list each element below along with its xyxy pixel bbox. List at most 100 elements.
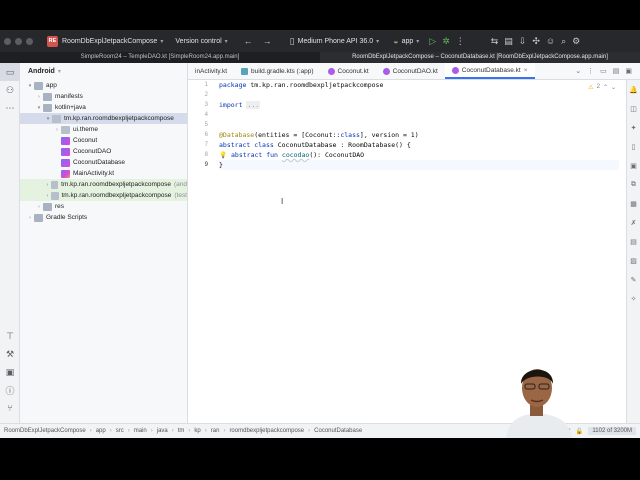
project-selector[interactable]: RoomDbExplJetpackCompose ▾: [62, 38, 163, 45]
tree-item[interactable]: › res: [20, 201, 187, 212]
lock-icon[interactable]: 🔓: [576, 428, 583, 435]
chevron-down-icon[interactable]: ⌄: [575, 67, 581, 75]
breadcrumb-item[interactable]: RoomDbExplJetpackCompose: [4, 428, 86, 434]
folded-imports[interactable]: ...: [246, 101, 261, 109]
gemini-icon[interactable]: ✦: [627, 118, 640, 137]
memory-indicator[interactable]: 1102 of 3200M: [588, 427, 636, 435]
code-area[interactable]: package tm.kp.ran.roomdbexpljetpackcompo…: [219, 80, 619, 170]
project-view-selector[interactable]: Android ▾: [20, 63, 187, 80]
tree-item[interactable]: CoconutDatabase: [20, 157, 187, 168]
chevron-down-icon[interactable]: ▾: [35, 105, 43, 111]
breadcrumb-item[interactable]: roomdbexpljetpackcompose: [229, 428, 304, 434]
edit-icon[interactable]: ✎: [627, 270, 640, 289]
device-explorer-icon[interactable]: ▯: [627, 137, 640, 156]
layout-icon[interactable]: ▤: [613, 67, 620, 75]
zoom-window-button[interactable]: [26, 37, 33, 45]
tree-item[interactable]: CoconutDAO: [20, 146, 187, 157]
plugins-icon[interactable]: ✣: [532, 36, 540, 46]
breadcrumb-item[interactable]: CoconutDatabase: [314, 428, 362, 434]
more-tools-icon[interactable]: ⋯: [0, 99, 20, 117]
gallery-icon[interactable]: ▨: [627, 251, 640, 270]
chevron-down-icon[interactable]: ▾: [26, 83, 34, 89]
gradle-icon[interactable]: ◫: [627, 99, 640, 118]
settings-icon[interactable]: ⚙: [572, 36, 580, 46]
sync-icon[interactable]: ⇆: [491, 36, 499, 46]
breadcrumb-item[interactable]: src: [116, 428, 124, 434]
chevron-right-icon[interactable]: ›: [53, 127, 61, 133]
tree-item[interactable]: › Gradle Scripts: [20, 212, 187, 223]
more-icon[interactable]: ⋮: [587, 67, 594, 75]
breadcrumb-item[interactable]: java: [157, 428, 168, 434]
emulator-icon[interactable]: ⧉: [627, 175, 640, 194]
folder-icon: [43, 103, 52, 112]
tree-item[interactable]: ▾ app: [20, 80, 187, 91]
split-icon[interactable]: ▭: [600, 67, 607, 75]
notifications-icon[interactable]: 🔔: [627, 80, 640, 99]
close-window-button[interactable]: [4, 37, 11, 45]
tree-item[interactable]: › tm.kp.ran.roomdbexpljetpackcompose (and: [20, 179, 187, 190]
tree-item-label: Coconut: [73, 137, 98, 144]
pkg-icon: [50, 180, 59, 189]
sdk-manager-icon[interactable]: ⇩: [519, 36, 527, 46]
run-config-selector[interactable]: ◒ app ▾: [393, 36, 419, 46]
preview-icon[interactable]: ▣: [625, 67, 632, 75]
tree-item[interactable]: ▾ kotlin+java: [20, 102, 187, 113]
device-manager-icon[interactable]: ▤: [504, 36, 513, 46]
sparkle-icon[interactable]: ✧: [627, 289, 640, 308]
account-icon[interactable]: ☺: [546, 36, 555, 46]
vcs-selector[interactable]: Version control ▾: [175, 38, 227, 45]
chevron-down-icon[interactable]: ▾: [44, 116, 52, 122]
chevron-right-icon[interactable]: ›: [35, 94, 43, 100]
tree-item[interactable]: MainActivity.kt: [20, 168, 187, 179]
more-icon[interactable]: ⋮: [456, 36, 465, 46]
close-icon[interactable]: ×: [524, 67, 528, 74]
breadcrumb-item[interactable]: app: [96, 428, 106, 434]
tree-item[interactable]: › ui.theme: [20, 124, 187, 135]
tools-icon[interactable]: ✗: [627, 213, 640, 232]
project-tool-icon[interactable]: ▭: [0, 63, 20, 81]
chevron-right-icon: ›: [89, 428, 92, 434]
chevron-right-icon[interactable]: ›: [44, 193, 51, 199]
breadcrumb-item[interactable]: tm: [178, 428, 185, 434]
problems-icon[interactable]: ⓘ: [0, 381, 20, 399]
layout-inspector-icon[interactable]: ▦: [627, 194, 640, 213]
tree-item[interactable]: › manifests: [20, 91, 187, 102]
version-control-icon[interactable]: ⑂: [0, 399, 20, 417]
search-icon[interactable]: ⌕: [561, 36, 566, 46]
terminal-icon[interactable]: ⊤: [0, 327, 20, 345]
editor-tab-active[interactable]: CoconutDatabase.kt ×: [444, 63, 535, 79]
breadcrumb-item[interactable]: main: [134, 428, 147, 434]
folder-icon: [43, 202, 52, 211]
breadcrumb-item[interactable]: ran: [211, 428, 220, 434]
logcat-icon[interactable]: ▣: [0, 363, 20, 381]
running-devices-icon[interactable]: ▣: [627, 156, 640, 175]
chevron-right-icon[interactable]: ›: [44, 182, 51, 188]
debug-icon[interactable]: ✲: [442, 36, 450, 46]
chevron-right-icon[interactable]: ›: [35, 204, 43, 210]
editor-tab[interactable]: Coconut.kt: [321, 63, 376, 79]
project-tree: ▾ app › manifests ▾ kotlin+java ▾ tm.kp.ran.roo…: [20, 80, 187, 223]
editor-tab[interactable]: inActivity.kt: [188, 63, 234, 79]
app-quality-icon[interactable]: ▤: [627, 232, 640, 251]
editor-tab[interactable]: build.gradle.kts (:app): [234, 63, 321, 79]
line-number: 1: [204, 82, 208, 88]
run-icon[interactable]: ▷: [429, 36, 436, 46]
breadcrumb-item[interactable]: kp: [194, 428, 200, 434]
editor-tab[interactable]: CoconutDAO.kt: [376, 63, 445, 79]
pkg-icon: [61, 125, 70, 134]
build-icon[interactable]: ⚒: [0, 345, 20, 363]
project-window-tab-active[interactable]: RoomDbExplJetpackCompose – CoconutDataba…: [320, 52, 640, 63]
lightbulb-icon[interactable]: 💡: [219, 151, 227, 159]
k-icon: [61, 147, 70, 156]
device-selector[interactable]: ▯ Medium Phone API 36.0 ▾: [290, 36, 379, 46]
minimize-window-button[interactable]: [15, 37, 22, 45]
commit-tool-icon[interactable]: ⚇: [0, 81, 20, 99]
keyword: abstract class: [219, 141, 274, 149]
chevron-right-icon[interactable]: ›: [26, 215, 34, 221]
forward-arrow-icon[interactable]: →: [263, 36, 272, 46]
project-window-tab[interactable]: SimpleRoom24 – TempleDAO.kt [SimpleRoom2…: [0, 52, 320, 63]
tree-item[interactable]: ▾ tm.kp.ran.roomdbexpljetpackcompose: [20, 113, 187, 124]
tree-item[interactable]: Coconut: [20, 135, 187, 146]
back-arrow-icon[interactable]: ←: [244, 36, 253, 46]
tree-item[interactable]: › tm.kp.ran.roomdbexpljetpackcompose (test: [20, 190, 187, 201]
